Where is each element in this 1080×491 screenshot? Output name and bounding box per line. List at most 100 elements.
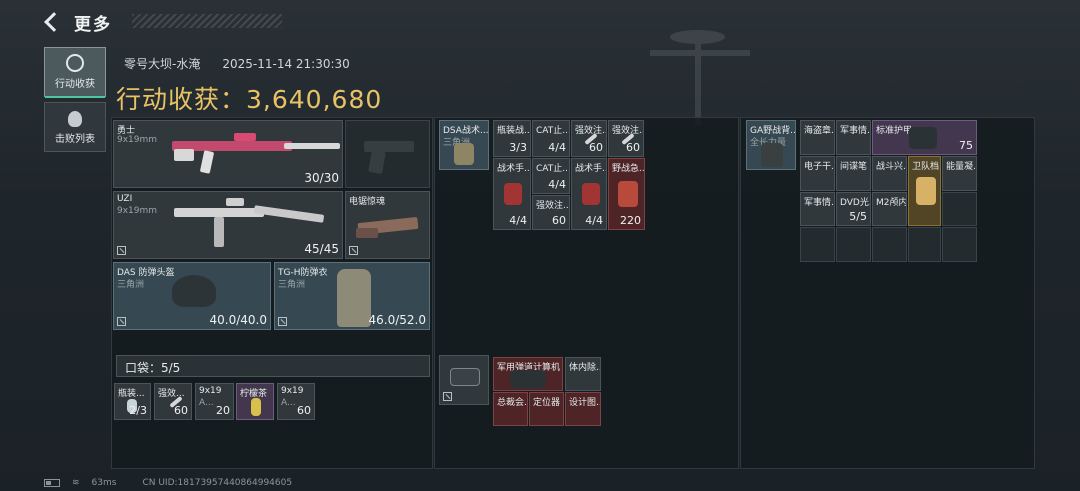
sidearm-slot[interactable] [345, 120, 430, 188]
backpack-item-name: 战斗兴... [876, 162, 906, 172]
pocket-item[interactable]: 瓶装... 2/3 [114, 383, 151, 420]
pocket-item[interactable]: 柠檬茶 [236, 383, 274, 420]
backpack-item[interactable]: 电子干... [800, 156, 835, 191]
safebox-item-name: 体内除... [569, 363, 600, 373]
backpack-item[interactable]: M2颅内... [872, 192, 907, 226]
safebox-slot[interactable] [439, 355, 489, 405]
primary-weapon-slot[interactable]: 勇士 9x19mm 30/30 [113, 120, 343, 188]
armor-vest-icon [337, 269, 371, 327]
backpack-empty-cell[interactable] [942, 192, 977, 226]
bound-item-icon [278, 317, 287, 326]
medkit-icon [582, 183, 600, 205]
pocket-item-sub: A... [199, 398, 214, 408]
backpack-item[interactable]: 军事情... [800, 192, 835, 226]
backpack-item-name: DVD光... [840, 198, 871, 208]
secondary-weapon-slot[interactable]: UZI 9x19mm 45/45 [113, 191, 343, 259]
pocket-item-count: 60 [297, 404, 311, 417]
header-stripes [132, 14, 282, 28]
rig-item[interactable]: 强效注... 60 [571, 120, 607, 157]
pocket-item-count: 60 [174, 404, 188, 417]
pocket-item[interactable]: 9x19 A... 20 [195, 383, 234, 420]
safebox-item[interactable]: 设计图... [565, 392, 601, 426]
armor-origin: 三角洲 [278, 280, 306, 290]
secondary-weapon-name: UZI [117, 194, 133, 204]
backpack-empty-cell[interactable] [800, 227, 835, 262]
backpack-empty-cell[interactable] [872, 227, 907, 262]
rig-item[interactable]: 强效注... 60 [532, 195, 570, 230]
rig-item-name: 强效注... [536, 201, 570, 211]
backpack-item[interactable]: 能量凝... [942, 156, 977, 191]
melee-slot[interactable]: 电锯惊魂 [345, 191, 430, 259]
rig-item-name: CAT止... [536, 126, 570, 136]
rig-item-count: 60 [552, 214, 566, 227]
wifi-icon: ≋ [72, 478, 80, 488]
backpack-item-name: 海盗章... [804, 126, 834, 136]
rig-item[interactable]: 瓶装战... 3/3 [493, 120, 531, 157]
rig-item[interactable]: CAT止... 4/4 [532, 158, 570, 194]
safebox-item-name: 总裁会... [497, 398, 527, 408]
target-icon [66, 54, 84, 72]
backpack-item-name: 能量凝... [946, 162, 976, 172]
primary-weapon-ammo: 30/30 [304, 171, 339, 185]
tab-harvest[interactable]: 行动收获 [44, 47, 106, 98]
safebox-item-name: 设计图... [569, 398, 600, 408]
backpack-empty-cell[interactable] [942, 227, 977, 262]
backpack-item[interactable]: 战斗兴... [872, 156, 907, 191]
backpack-item[interactable]: 海盗章... [800, 120, 835, 155]
rig-item[interactable]: CAT止... 4/4 [532, 120, 570, 157]
armor-durability: 46.0/52.0 [368, 313, 426, 327]
backpack-item[interactable]: 卫队档... [908, 156, 941, 226]
backpack-item-count: 5/5 [849, 210, 867, 223]
rig-item-name: 强效注... [575, 126, 606, 136]
backpack-item-name: M2颅内... [876, 198, 907, 208]
rig-item[interactable]: 野战急... 220 [608, 158, 645, 230]
backpack-item[interactable]: 标准护甲... 75 [872, 120, 977, 155]
header: 更多 [42, 8, 282, 36]
secondary-weapon-ammo: 45/45 [304, 242, 339, 256]
status-bar: ≋ 63ms CN UID:18173957440864994605 [44, 478, 292, 488]
safebox-icon [450, 368, 480, 386]
armor-slot[interactable]: TG-H防弹衣 三角洲 46.0/52.0 [274, 262, 430, 330]
harvest-label: 行动收获： [116, 85, 247, 114]
helmet-slot[interactable]: DAS 防弹头盔 三角洲 40.0/40.0 [113, 262, 271, 330]
rig-item[interactable]: 战术手... 4/4 [493, 158, 531, 230]
rig-item-count: 4/4 [548, 141, 566, 154]
safebox-item[interactable]: 军用弹道计算机 [493, 357, 563, 391]
battery-icon [44, 479, 60, 487]
tab-harvest-label: 行动收获 [55, 79, 95, 90]
armor-plate-icon [909, 127, 937, 149]
medkit-icon [504, 183, 522, 205]
backpack-empty-cell[interactable] [908, 227, 941, 262]
backpack-item[interactable]: 间谍笔 [836, 156, 871, 191]
chest-rig-slot[interactable]: DSA战术... 三角洲 [439, 120, 489, 170]
rig-item-count: 60 [626, 141, 640, 154]
backpack-item[interactable]: DVD光... 5/5 [836, 192, 871, 226]
bound-item-icon [443, 392, 452, 401]
primary-weapon-caliber: 9x19mm [117, 135, 158, 145]
match-meta: 零号大坝-水淹 2025-11-14 21:30:30 [124, 55, 350, 72]
rig-item-name: 野战急... [612, 164, 645, 174]
pocket-item[interactable]: 强效... 60 [154, 383, 192, 420]
backpack-slot[interactable]: GA野战背... 全长力量 [746, 120, 796, 170]
backpack-item-name: 军事情... [804, 198, 834, 208]
rig-item-name: 战术手... [497, 164, 531, 174]
safebox-item[interactable]: 总裁会... [493, 392, 528, 426]
rig-item[interactable]: 战术手... 4/4 [571, 158, 607, 230]
rig-item[interactable]: 强效注... 60 [608, 120, 644, 157]
back-arrow-icon[interactable] [42, 11, 64, 33]
pocket-item-count: 2/3 [129, 404, 147, 417]
safebox-item[interactable]: 定位器 [529, 392, 564, 426]
backpack-empty-cell[interactable] [836, 227, 871, 262]
pocket-item-sub: A... [281, 398, 296, 408]
rig-item-count: 220 [620, 214, 641, 227]
ping-value: 63ms [91, 478, 117, 488]
bound-item-icon [117, 246, 126, 255]
backpack-item[interactable]: 军事情... [836, 120, 871, 155]
pocket-item-name: 9x19 [199, 386, 222, 396]
pocket-item[interactable]: 9x19 A... 60 [277, 383, 315, 420]
rig-item-name: CAT止... [536, 164, 570, 174]
backpack-icon [761, 143, 783, 167]
tab-defeated[interactable]: 击败列表 [44, 102, 106, 152]
helmet-icon [172, 275, 216, 307]
safebox-item[interactable]: 体内除... [565, 357, 601, 391]
